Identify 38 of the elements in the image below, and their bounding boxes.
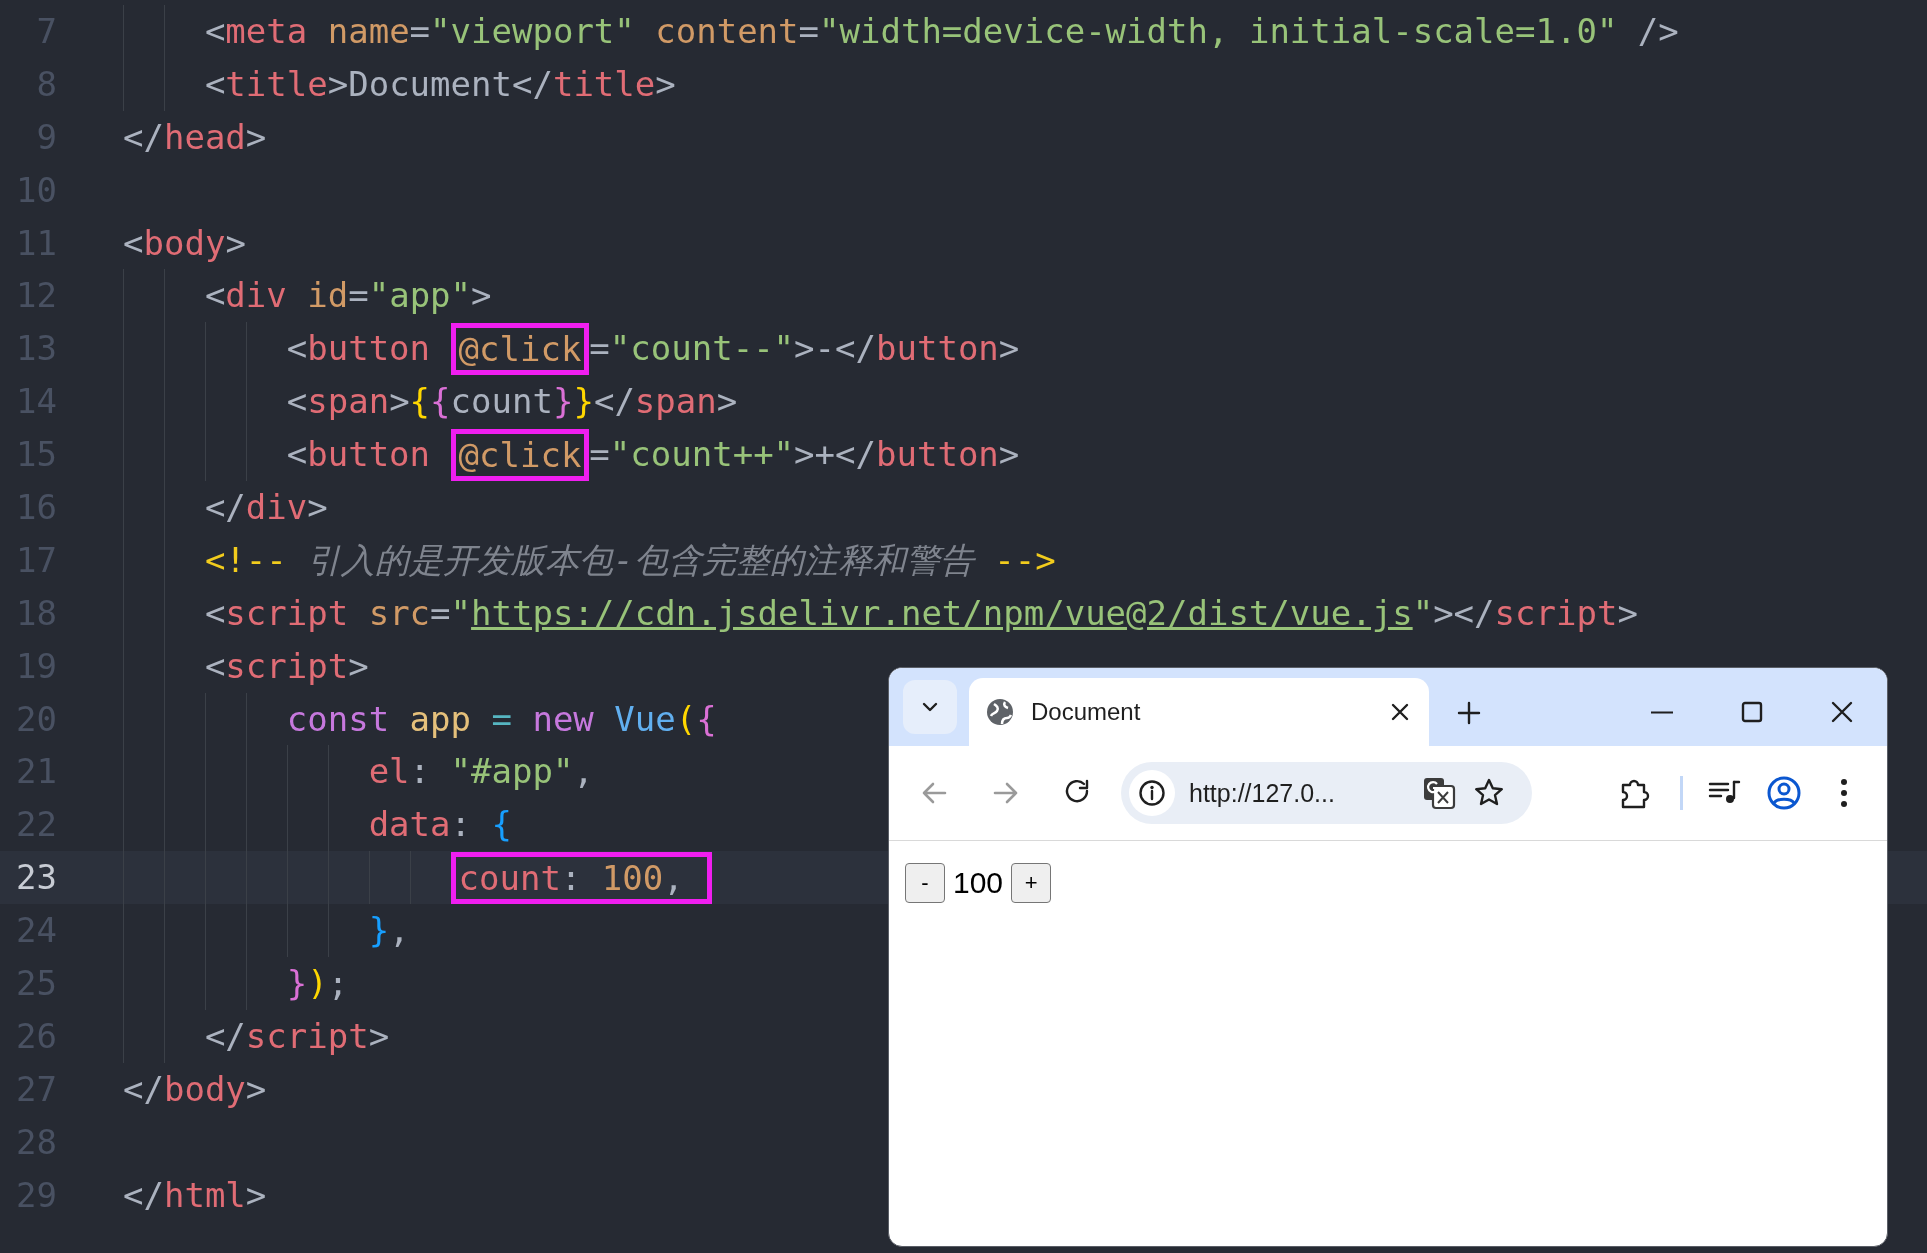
increment-button[interactable]: + (1011, 863, 1052, 903)
globe-icon (985, 697, 1015, 727)
code-line: }); (286, 962, 349, 1006)
plus-icon (1456, 700, 1482, 726)
code-line: <button @click ="count++">+</button> (286, 428, 1020, 481)
code-line: </body> (123, 1067, 267, 1111)
code-line: </div> (204, 486, 328, 529)
code-line: <body> (123, 221, 246, 265)
site-info-button[interactable] (1129, 770, 1175, 816)
url-text: http://127.0... (1189, 778, 1336, 808)
info-icon (1138, 779, 1166, 807)
maximize-icon (1740, 700, 1764, 724)
code-line: </head> (123, 115, 267, 159)
decrement-button[interactable]: - (905, 863, 945, 903)
code-line: const app = new Vue({ (286, 697, 717, 741)
code-line: <script> (204, 644, 369, 688)
code-line: <script src="https://cdn.jsdelivr.net/npm/vue@2/dist/vue.js"></script> (204, 591, 1638, 635)
code-line: </html> (123, 1173, 267, 1217)
line-number: 23 (15, 856, 57, 900)
address-bar[interactable]: http://127.0... (1121, 762, 1532, 824)
code-line: <div id="app"> (204, 274, 492, 318)
close-icon (1830, 700, 1854, 724)
code-line: }, (368, 909, 410, 953)
code-line: <span>{{count}}</span> (286, 380, 738, 424)
code-line: <button @click ="count--">-</button> (286, 322, 1020, 376)
count-text: 100 (953, 866, 1004, 900)
translate-icon (1421, 775, 1457, 811)
close-tab-button[interactable] (1389, 701, 1411, 723)
browser-tab[interactable]: Document (969, 678, 1429, 746)
code-line: </script> (204, 1014, 390, 1058)
code-line: el: "#app", (368, 750, 594, 794)
code-line: <meta name="viewport" content="width=device-width, initial-scale=1.0" /> (204, 10, 1679, 53)
code-line: <!-- 引入的是开发版本包-包含完整的注释和警告 --> (204, 538, 1056, 582)
minimize-icon (1651, 710, 1673, 714)
code-line: data: { (368, 803, 512, 847)
code-line: <title>Document</title> (204, 62, 676, 106)
close-icon (1389, 701, 1411, 723)
tab-title: Document (1031, 698, 1142, 726)
